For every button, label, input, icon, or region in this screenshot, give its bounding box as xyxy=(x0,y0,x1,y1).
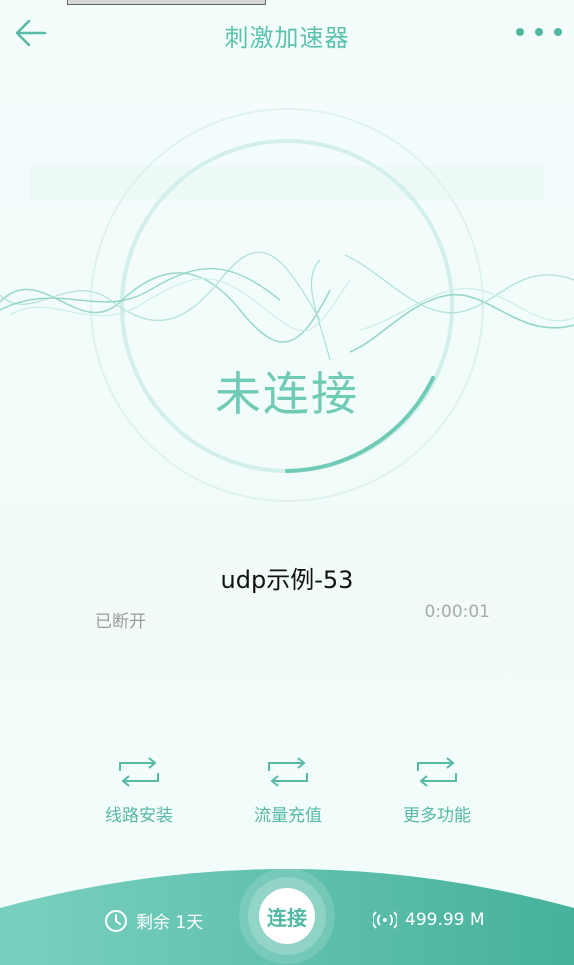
more-dots-icon xyxy=(516,28,524,36)
connection-status: 未连接 xyxy=(215,367,359,421)
action-grid: 线路安装 流量充值 更多功能 xyxy=(0,755,574,835)
action-label: 线路安装 xyxy=(105,806,173,826)
action-label: 更多功能 xyxy=(403,806,471,826)
more-features-button[interactable]: 更多功能 xyxy=(377,755,497,826)
action-label: 流量充值 xyxy=(254,806,322,826)
page-title: 刺激加速器 xyxy=(224,24,350,52)
connect-button[interactable]: 连接 xyxy=(239,868,335,964)
traffic-recharge-button[interactable]: 流量充值 xyxy=(228,755,348,826)
accelerator-screen: 刺激加速器 未连接 udp示例-53 已断开 0:00:01 线路安装 流量充值… xyxy=(0,0,574,965)
bottom-bar: 剩余 1天 连接 499.99 M xyxy=(0,840,574,965)
swap-icon xyxy=(268,757,308,787)
line-install-button[interactable]: 线路安装 xyxy=(79,755,199,826)
signal-icon xyxy=(373,911,397,929)
traffic-remaining: 499.99 M xyxy=(373,908,485,932)
remaining-days-label: 剩余 1天 xyxy=(136,913,204,933)
swap-icon xyxy=(119,757,159,787)
more-dot xyxy=(535,28,543,36)
connect-button-ring: 连接 xyxy=(248,877,326,955)
swap-icon xyxy=(417,757,457,787)
more-dot xyxy=(554,28,562,36)
traffic-label: 499.99 M xyxy=(405,910,485,930)
connect-button-label: 连接 xyxy=(259,888,315,944)
connection-state: 已断开 xyxy=(95,612,146,632)
connection-timer: 0:00:01 xyxy=(424,602,490,622)
header: 刺激加速器 xyxy=(0,0,574,70)
clock-icon xyxy=(105,909,127,932)
more-button[interactable] xyxy=(516,18,562,46)
remaining-days: 剩余 1天 xyxy=(104,908,203,933)
connection-visual xyxy=(0,90,574,520)
node-name: udp示例-53 xyxy=(220,566,354,594)
